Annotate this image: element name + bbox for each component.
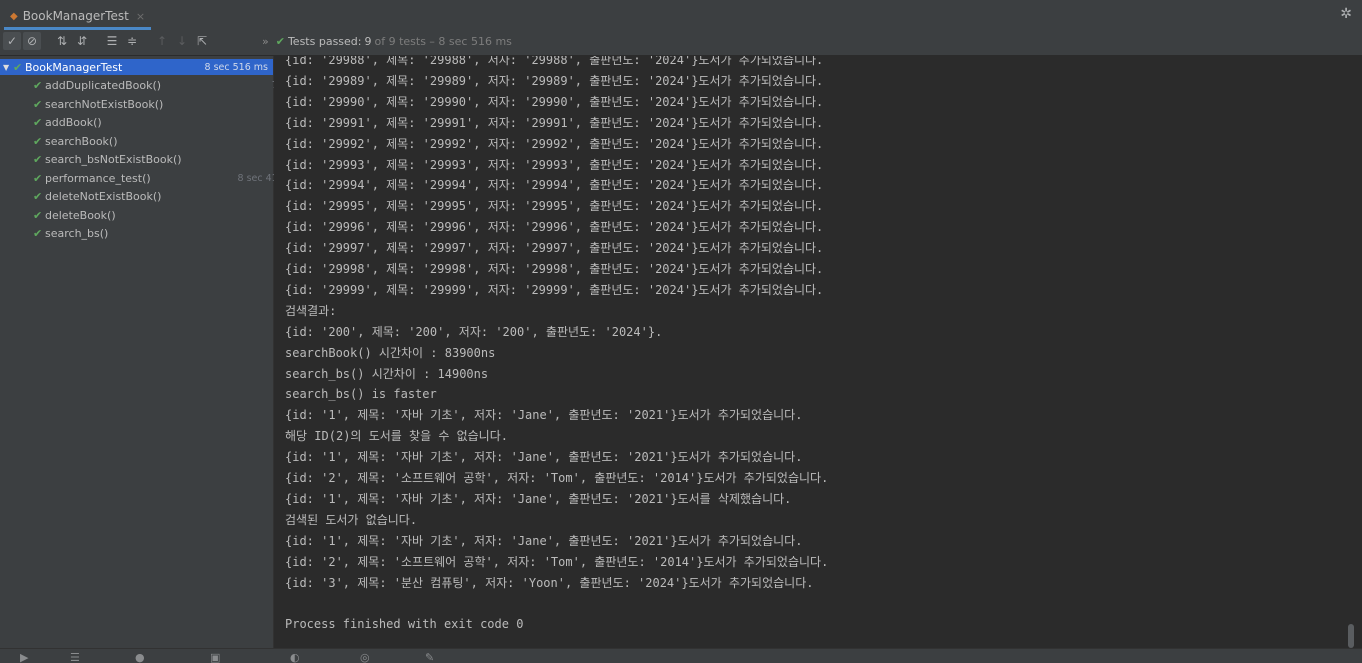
pass-check-icon: ✔ — [33, 97, 43, 111]
console-line: {id: '2', 제목: '소프트웨어 공학', 저자: 'Tom', 출판년… — [285, 471, 829, 485]
console-line: searchBook() 시간차이 : 83900ns — [285, 345, 496, 360]
pass-check-icon: ✔ — [33, 116, 43, 129]
sort-alphabetically-icon[interactable]: ⇅ — [53, 32, 71, 50]
console-line: {id: '29990', 제목: '29990', 저자: '29990', … — [285, 94, 824, 109]
tree-test-item[interactable]: ✔search_bs()1 ms — [0, 226, 306, 242]
console-scrollbar[interactable] — [1348, 624, 1354, 648]
console-output[interactable]: {id: '29988', 제목: '29988', 저자: '29988', … — [274, 56, 1362, 648]
tree-test-item[interactable]: ✔addBook()6 ms — [0, 115, 306, 131]
passed-check-icon: ✔ — [275, 35, 285, 48]
console-line: 해당 ID(2)의 도서를 찾을 수 없습니다. — [285, 429, 508, 444]
console-line: {id: '29993', 제목: '29993', 저자: '29993', … — [285, 157, 824, 172]
test-name: BookManagerTest — [25, 60, 123, 74]
test-duration: 8 sec 516 ms — [204, 61, 268, 73]
problems-tool-icon[interactable]: ● — [135, 651, 145, 663]
todo-tool-icon[interactable]: ☰ — [70, 651, 80, 663]
console-line: search_bs() 시간차이 : 14900ns — [285, 366, 489, 381]
console-line: {id: '200', 제목: '200', 저자: '200', 출판년도: … — [285, 324, 663, 339]
console-line: {id: '1', 제목: '자바 기초', 저자: 'Jane', 출판년도:… — [285, 450, 803, 465]
pass-check-icon: ✔ — [33, 227, 43, 240]
pass-check-icon: ✔ — [33, 171, 43, 185]
console-line: {id: '29992', 제목: '29992', 저자: '29992', … — [285, 136, 824, 151]
test-name: deleteNotExistBook() — [45, 190, 162, 203]
console-line: {id: '29997', 제목: '29997', 저자: '29997', … — [285, 241, 824, 256]
console-line: 검색결과: — [285, 303, 337, 318]
test-status: » ✔ Tests passed: 9 of 9 tests – 8 sec 5… — [262, 35, 512, 48]
console-line: {id: '29998', 제목: '29998', 저자: '29998', … — [285, 262, 824, 276]
console-line: Process finished with exit code 0 — [285, 617, 524, 632]
console-line: {id: '29991', 제목: '29991', 저자: '29991', … — [285, 115, 824, 130]
run-tool-icon[interactable]: ▶ — [20, 651, 28, 663]
test-name: search_bs() — [45, 227, 109, 240]
previous-failed-icon[interactable]: ↑ — [153, 32, 171, 50]
status-suffix: of 9 tests – 8 sec 516 ms — [374, 35, 512, 48]
show-passed-icon[interactable]: ✓ — [3, 32, 21, 50]
tree-test-item[interactable]: ✔searchNotExistBook()3 ms — [0, 96, 306, 112]
status-count: 9 — [364, 35, 372, 48]
test-name: search_bsNotExistBook() — [45, 153, 182, 166]
show-ignored-icon[interactable]: ⊘ — [23, 32, 41, 50]
console-line: {id: '1', 제목: '자바 기초', 저자: 'Jane', 출판년도:… — [285, 491, 792, 506]
tree-root-bookmanagertest[interactable]: ▼ ✔ BookManagerTest 8 sec 516 ms — [0, 59, 273, 75]
sort-by-duration-icon[interactable]: ⇵ — [73, 32, 91, 50]
console-line: {id: '29996', 제목: '29996', 저자: '29996', … — [285, 220, 824, 235]
status-prefix: Tests passed: — [287, 35, 362, 48]
console-line: {id: '1', 제목: '자바 기초', 저자: 'Jane', 출판년도:… — [285, 408, 803, 423]
test-name: searchNotExistBook() — [45, 97, 164, 111]
test-runner-toolbar: ✓ ⊘ ⇅ ⇵ ☰ ≑ ↑ ↓ ⇱ » ✔ Tests passed: 9 of… — [0, 30, 1362, 56]
collapse-all-icon[interactable]: ≑ — [123, 32, 141, 50]
tab-bar: ◆ BookManagerTest × ✲ — [0, 0, 1362, 31]
console-line: {id: '2', 제목: '소프트웨어 공학', 저자: 'Tom', 출판년… — [285, 554, 829, 569]
console-line: {id: '1', 제목: '자바 기초', 저자: 'Jane', 출판년도:… — [285, 533, 803, 548]
services-tool-icon[interactable]: ◎ — [360, 651, 370, 663]
terminal-tool-icon[interactable]: ▣ — [210, 651, 220, 663]
console-line: {id: '3', 제목: '분산 컴퓨팅', 저자: 'Yoon', 출판년도… — [285, 575, 814, 590]
test-name: deleteBook() — [45, 208, 116, 222]
console-line: 검색된 도서가 없습니다. — [285, 512, 418, 527]
import-tests-icon[interactable]: ⇱ — [193, 32, 211, 50]
test-tree: ▼ ✔ BookManagerTest 8 sec 516 ms ✔ addDup… — [0, 56, 301, 648]
console-line: {id: '29989', 제목: '29989', 저자: '29989', … — [285, 73, 824, 88]
expand-arrow-icon[interactable]: ▼ — [3, 63, 13, 72]
console-line: {id: '29995', 제목: '29995', 저자: '29995', … — [285, 199, 824, 214]
console-line: {id: '29999', 제목: '29999', 저자: '29999', … — [285, 282, 824, 297]
tab-bookmanagertest[interactable]: ◆ BookManagerTest × — [4, 5, 152, 30]
tree-test-item[interactable]: ✔searchBook()4 ms — [0, 133, 306, 149]
tab-title: BookManagerTest — [22, 9, 129, 23]
console-line: {id: '29988', 제목: '29988', 저자: '29988', … — [285, 56, 824, 67]
tree-test-item[interactable]: ✔deleteBook()2 ms — [0, 207, 306, 223]
console-line: {id: '29994', 제목: '29994', 저자: '29994', … — [285, 178, 824, 193]
overflow-chevron-icon[interactable]: » — [262, 35, 269, 48]
gear-icon[interactable]: ✲ — [1340, 6, 1352, 22]
test-name: addBook() — [45, 116, 102, 129]
test-name: searchBook() — [45, 134, 118, 148]
pass-check-icon: ✔ — [13, 60, 23, 74]
pass-check-icon: ✔ — [33, 79, 43, 92]
test-name: addDuplicatedBook() — [45, 79, 162, 92]
pass-check-icon: ✔ — [33, 208, 43, 222]
test-name: performance_test() — [45, 171, 151, 185]
build-tool-icon[interactable]: ✎ — [425, 651, 434, 663]
profiler-tool-icon[interactable]: ◐ — [290, 651, 300, 663]
tool-window-bar: ▶ ☰ ● ▣ ◐ ◎ ✎ — [0, 648, 1362, 663]
close-icon[interactable]: × — [136, 10, 145, 23]
tree-test-item[interactable]: ✔ performance_test() 8 sec 418 ms — [0, 170, 306, 186]
tree-test-item[interactable]: ✔addDuplicatedBook()75 ms — [0, 78, 306, 94]
next-failed-icon[interactable]: ↓ — [173, 32, 191, 50]
tree-test-item[interactable]: ✔search_bsNotExistBook()4 ms — [0, 152, 306, 168]
run-config-icon: ◆ — [10, 10, 18, 22]
pass-check-icon: ✔ — [33, 134, 43, 148]
tree-test-item[interactable]: ✔deleteNotExistBook()3 ms — [0, 189, 306, 205]
pass-check-icon: ✔ — [33, 153, 43, 166]
pass-check-icon: ✔ — [33, 190, 43, 203]
expand-all-icon[interactable]: ☰ — [103, 32, 121, 50]
console-line: search_bs() is faster — [285, 387, 437, 402]
